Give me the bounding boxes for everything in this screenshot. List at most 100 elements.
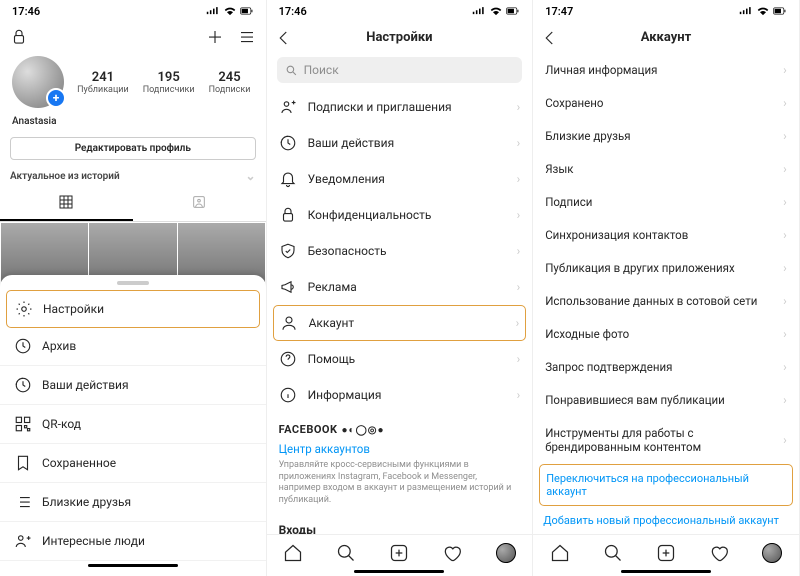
settings-account[interactable]: Аккаунт› xyxy=(273,305,527,341)
newpost-icon[interactable] xyxy=(656,543,676,563)
home-icon[interactable] xyxy=(283,543,303,563)
home-indicator xyxy=(621,570,711,574)
settings-info[interactable]: Информация› xyxy=(267,377,533,413)
status-bar: 17:46 xyxy=(0,0,266,22)
nav-avatar[interactable] xyxy=(762,543,782,563)
home-indicator xyxy=(354,570,444,574)
settings-list: Подписки и приглашения› Ваши действия› У… xyxy=(267,89,533,534)
account-list: Личная информация› Сохранено› Близкие др… xyxy=(533,53,799,534)
newpost-icon[interactable] xyxy=(389,543,409,563)
settings-activity[interactable]: Ваши действия› xyxy=(267,125,533,161)
acct-contacts[interactable]: Синхронизация контактов› xyxy=(533,218,799,251)
bell-icon xyxy=(279,170,297,188)
status-time: 17:47 xyxy=(545,5,573,18)
search-input[interactable]: Поиск xyxy=(277,57,523,83)
tab-grid[interactable] xyxy=(0,188,133,221)
nav-header: Настройки xyxy=(267,22,533,53)
status-time: 17:46 xyxy=(12,5,40,18)
activity-icon xyxy=(14,376,32,394)
back-icon[interactable] xyxy=(275,29,293,47)
stories-highlight-row[interactable]: Актуальное из историй ⌄ xyxy=(0,166,266,188)
profile-screen: 17:46 241Публикации 195Подписчики 245Под… xyxy=(0,0,267,576)
acct-captions[interactable]: Подписи› xyxy=(533,185,799,218)
bottom-nav xyxy=(267,534,533,567)
post-tabs xyxy=(0,188,266,222)
shield-icon xyxy=(279,242,297,260)
home-icon[interactable] xyxy=(550,543,570,563)
settings-help[interactable]: Помощь› xyxy=(267,341,533,377)
acct-cellular[interactable]: Использование данных в сотовой сети› xyxy=(533,284,799,317)
settings-ads[interactable]: Реклама› xyxy=(267,269,533,305)
discover-icon xyxy=(14,532,32,550)
page-title: Аккаунт xyxy=(641,30,692,45)
acct-liked[interactable]: Понравившиеся вам публикации› xyxy=(533,383,799,416)
bottom-sheet: Настройки Архив Ваши действия QR-код Сох… xyxy=(0,275,266,576)
add-professional-link[interactable]: Добавить новый профессиональный аккаунт xyxy=(533,506,799,534)
sheet-archive[interactable]: Архив xyxy=(0,327,266,366)
stat-posts[interactable]: 241Публикации xyxy=(77,70,129,95)
accounts-center-desc: Управляйте кросс-сервисными функциями в … xyxy=(267,458,533,513)
sheet-activity[interactable]: Ваши действия xyxy=(0,366,266,405)
acct-language[interactable]: Язык› xyxy=(533,152,799,185)
menu-icon[interactable] xyxy=(238,28,256,46)
profile-header xyxy=(0,22,266,52)
avatar[interactable] xyxy=(12,56,64,108)
switch-professional-link[interactable]: Переключиться на профессиональный аккаун… xyxy=(539,464,793,506)
bottom-nav xyxy=(533,534,799,567)
post-grid xyxy=(0,222,266,282)
sheet-saved[interactable]: Сохраненное xyxy=(0,444,266,483)
sheet-handle[interactable] xyxy=(117,281,149,285)
status-icons xyxy=(739,6,787,16)
sheet-settings[interactable]: Настройки xyxy=(6,290,260,328)
sheet-discover[interactable]: Интересные люди xyxy=(0,522,266,561)
stat-followers[interactable]: 195Подписчики xyxy=(143,70,195,95)
tab-tagged[interactable] xyxy=(133,188,266,221)
accounts-center-link[interactable]: Центр аккаунтов xyxy=(267,438,533,458)
status-icons xyxy=(206,6,254,16)
search-icon[interactable] xyxy=(336,543,356,563)
stat-following[interactable]: 245Подписки xyxy=(209,70,251,95)
settings-screen: 17:46 Настройки Поиск Подписки и приглаш… xyxy=(267,0,534,576)
sheet-closefriends[interactable]: Близкие друзья xyxy=(0,483,266,522)
status-bar: 17:47 xyxy=(533,0,799,22)
help-icon xyxy=(279,350,297,368)
edit-profile-button[interactable]: Редактировать профиль xyxy=(10,137,256,160)
back-icon[interactable] xyxy=(541,29,559,47)
acct-sharing[interactable]: Публикация в других приложениях› xyxy=(533,251,799,284)
invite-icon xyxy=(279,98,297,116)
facebook-label: FACEBOOK●◐◯◎● xyxy=(267,413,533,438)
acct-verify[interactable]: Запрос подтверждения› xyxy=(533,350,799,383)
chevron-down-icon: ⌄ xyxy=(246,170,256,182)
acct-closefriends[interactable]: Близкие друзья› xyxy=(533,119,799,152)
settings-notifications[interactable]: Уведомления› xyxy=(267,161,533,197)
settings-privacy[interactable]: Конфиденциальность› xyxy=(267,197,533,233)
person-icon xyxy=(280,314,298,332)
acct-original[interactable]: Исходные фото› xyxy=(533,317,799,350)
acct-personal[interactable]: Личная информация› xyxy=(533,53,799,86)
post-thumb[interactable] xyxy=(178,223,266,282)
nav-header: Аккаунт xyxy=(533,22,799,53)
post-thumb[interactable] xyxy=(89,223,177,282)
gear-icon xyxy=(15,300,33,318)
add-icon[interactable] xyxy=(206,28,224,46)
acct-saved[interactable]: Сохранено› xyxy=(533,86,799,119)
account-screen: 17:47 Аккаунт Личная информация› Сохране… xyxy=(533,0,800,576)
page-title: Настройки xyxy=(366,30,432,45)
heart-icon[interactable] xyxy=(442,543,462,563)
megaphone-icon xyxy=(279,278,297,296)
sheet-qr[interactable]: QR-код xyxy=(0,405,266,444)
status-bar: 17:46 xyxy=(267,0,533,22)
list-icon xyxy=(14,493,32,511)
search-icon[interactable] xyxy=(603,543,623,563)
acct-branded[interactable]: Инструменты для работы с брендированным … xyxy=(533,416,799,464)
post-thumb[interactable] xyxy=(1,223,89,282)
settings-invites[interactable]: Подписки и приглашения› xyxy=(267,89,533,125)
lock-icon xyxy=(10,28,28,46)
settings-security[interactable]: Безопасность› xyxy=(267,233,533,269)
logins-label: Входы xyxy=(267,513,533,534)
nav-avatar[interactable] xyxy=(496,543,516,563)
status-icons xyxy=(472,6,520,16)
info-icon xyxy=(279,386,297,404)
activity-icon xyxy=(279,134,297,152)
heart-icon[interactable] xyxy=(709,543,729,563)
